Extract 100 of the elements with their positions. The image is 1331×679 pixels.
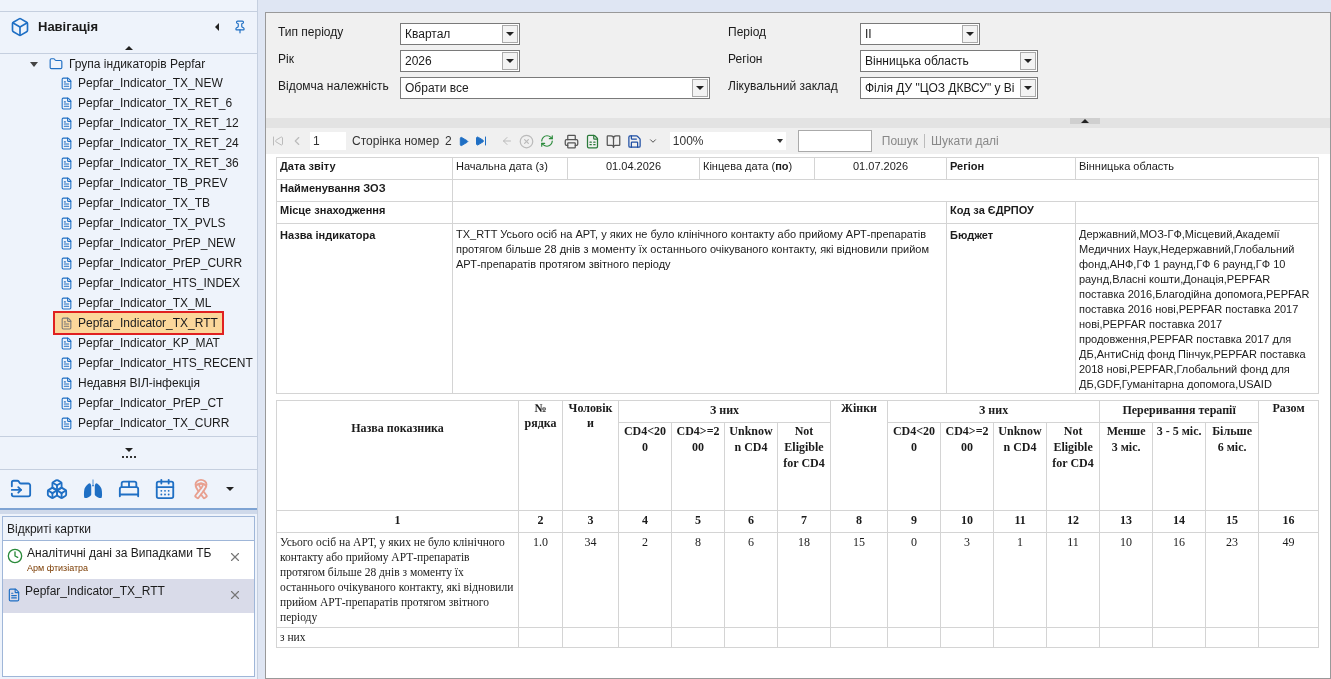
- tree-item[interactable]: Pepfar_Indicator_PrEP_CURR: [55, 253, 247, 273]
- column-number: 13: [1099, 510, 1153, 533]
- column-header: CD4<200: [618, 422, 672, 511]
- dropdown-field[interactable]: Вінницька область: [860, 50, 1038, 72]
- document-icon: [60, 136, 73, 150]
- print-icon[interactable]: [563, 133, 579, 149]
- tree-item[interactable]: Pepfar_Indicator_TX_RTT: [55, 313, 222, 333]
- column-number: 1: [276, 510, 519, 533]
- column-number: 7: [777, 510, 831, 533]
- document-icon: [60, 96, 73, 110]
- column-number: 6: [724, 510, 778, 533]
- table-cell: 15: [830, 532, 888, 628]
- dropdown-field[interactable]: II: [860, 23, 980, 45]
- column-header: Not Eligible for CD4: [1046, 422, 1100, 511]
- row-label: Усього осіб на АРТ, у яких не було клінічного контакту або прийому АРТ-препаратів протягом більше 28 днів з моменту їх останнього очікуваного контакту, які відновили прийом АРТ-препаратів протягом звітного періоду: [276, 532, 519, 628]
- tree-item[interactable]: Недавня ВІЛ-інфекція: [55, 373, 204, 393]
- page-number-field[interactable]: 1: [310, 132, 346, 150]
- caret-icon[interactable]: [647, 136, 658, 146]
- field-label: Відомча належність: [278, 78, 390, 95]
- page-layout-icon[interactable]: [584, 133, 600, 149]
- dropdown-field[interactable]: Обрати все: [400, 77, 710, 99]
- document-icon: [60, 336, 73, 350]
- last-page-icon[interactable]: [474, 135, 487, 147]
- bed-icon[interactable]: [118, 478, 140, 500]
- column-number: 4: [618, 510, 672, 533]
- boxes-icon[interactable]: [46, 478, 68, 500]
- tree-item[interactable]: Pepfar_Indicator_TX_RET_12: [55, 113, 243, 133]
- tree-item[interactable]: Pepfar_Indicator_TX_CURR: [55, 413, 234, 433]
- field-label: Період: [728, 24, 768, 41]
- info-value: Вінницька область: [1075, 157, 1319, 180]
- document-icon: [60, 216, 73, 230]
- save-icon[interactable]: [626, 133, 642, 149]
- card-title: Pepfar_Indicator_TX_RTT: [25, 582, 166, 600]
- column-group-header: З них: [618, 400, 831, 423]
- caret-up-icon[interactable]: [1081, 119, 1089, 123]
- table-cell: 2: [618, 532, 672, 628]
- caret-down-icon[interactable]: [226, 487, 234, 491]
- column-number: 10: [940, 510, 994, 533]
- table-cell: 1: [993, 532, 1047, 628]
- table-cell: 23: [1205, 532, 1259, 628]
- document-icon: [7, 587, 21, 602]
- tree-item[interactable]: Pepfar_Indicator_TX_RET_36: [55, 153, 243, 173]
- tree-item[interactable]: Pepfar_Indicator_HTS_INDEX: [55, 273, 245, 293]
- info-label: Кінцева дата (по): [699, 157, 815, 180]
- tree-item[interactable]: Pepfar_Indicator_TX_ML: [55, 293, 216, 313]
- tree-item[interactable]: Pepfar_Indicator_TX_RET_6: [55, 93, 237, 113]
- tree-item[interactable]: Pepfar_Indicator_TB_PREV: [55, 173, 232, 193]
- calendar-icon[interactable]: [154, 478, 176, 500]
- book-icon[interactable]: [605, 133, 621, 149]
- table-cell: 11: [1046, 532, 1100, 628]
- card-title: Аналітичні дані за Випадками ТБ: [27, 545, 213, 562]
- column-group-header: Переривання терапії: [1099, 400, 1259, 423]
- document-icon: [60, 176, 73, 190]
- column-header: Жінки: [830, 400, 888, 511]
- search-field[interactable]: [797, 130, 872, 152]
- tree-item[interactable]: Pepfar_Indicator_TX_TB: [55, 193, 215, 213]
- column-header: CD4<200: [887, 422, 941, 511]
- next-page-icon[interactable]: [457, 135, 469, 147]
- document-icon: [60, 156, 73, 170]
- folder-arrow-icon[interactable]: [10, 478, 32, 500]
- table-cell: 18: [777, 532, 831, 628]
- tree-item[interactable]: Pepfar_Indicator_TX_NEW: [55, 73, 227, 93]
- caret-left-icon[interactable]: [215, 23, 219, 31]
- column-number: 9: [887, 510, 941, 533]
- document-icon: [60, 256, 73, 270]
- table-cell: 1.0: [518, 532, 563, 628]
- info-label: Начальна дата (з): [452, 157, 568, 180]
- refresh-icon[interactable]: [539, 134, 554, 148]
- tree-item[interactable]: Pepfar_Indicator_TX_PVLS: [55, 213, 230, 233]
- tree-item[interactable]: Pepfar_Indicator_PrEP_NEW: [55, 233, 240, 253]
- table-cell: 6: [724, 532, 778, 628]
- tree-item[interactable]: Pepfar_Indicator_HTS_RECENT: [55, 353, 257, 373]
- info-label: Назва індикатора: [276, 223, 453, 394]
- info-label: Дата звіту: [276, 157, 453, 180]
- field-label: Регіон: [728, 51, 764, 68]
- dropdown-field[interactable]: 2026: [400, 50, 520, 72]
- field-label: Рік: [278, 51, 295, 68]
- collapse-handle[interactable]: [1070, 118, 1100, 124]
- dropdown-field[interactable]: Квартал: [400, 23, 520, 45]
- tree-item[interactable]: Pepfar_Indicator_KP_MAT: [55, 333, 224, 353]
- dropdown-field[interactable]: Філія ДУ "ЦОЗ ДКВСУ" у Ві: [860, 77, 1038, 99]
- zoom-dropdown[interactable]: 100%: [669, 132, 786, 150]
- column-number: 5: [671, 510, 725, 533]
- column-header: CD4>=200: [671, 422, 725, 511]
- pin-icon[interactable]: [233, 20, 247, 34]
- tree-item[interactable]: Pepfar_Indicator_PrEP_CT: [55, 393, 228, 413]
- document-icon: [60, 296, 73, 310]
- open-card-item[interactable]: Pepfar_Indicator_TX_RTT: [3, 578, 254, 613]
- caret-down-icon[interactable]: [124, 448, 133, 452]
- document-icon: [60, 416, 73, 430]
- column-header: Назва показника: [276, 400, 519, 511]
- tree-item[interactable]: Pepfar_Indicator_TX_RET_24: [55, 133, 243, 153]
- column-header: Unknown CD4: [724, 422, 778, 511]
- table-cell: 8: [671, 532, 725, 628]
- close-icon[interactable]: [228, 550, 242, 564]
- table-cell: 49: [1258, 532, 1319, 628]
- caret-up-icon[interactable]: [124, 45, 133, 50]
- expand-caret-icon[interactable]: [30, 61, 38, 67]
- tree-group[interactable]: Група індикаторів Pepfar: [0, 55, 257, 73]
- column-number: 14: [1152, 510, 1206, 533]
